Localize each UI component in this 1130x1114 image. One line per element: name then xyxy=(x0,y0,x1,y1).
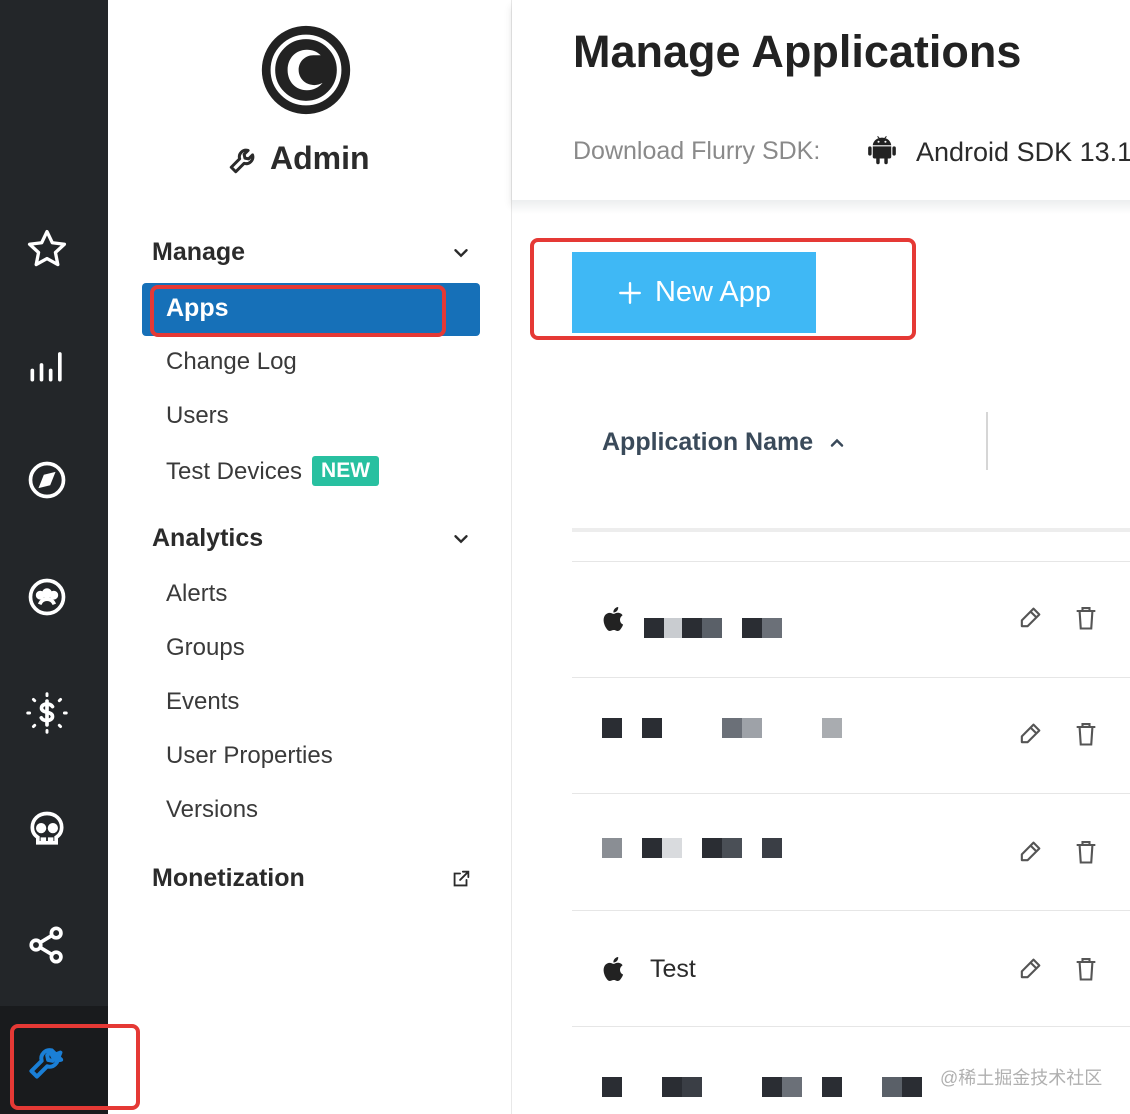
column-separator xyxy=(986,412,988,470)
page-title: Manage Applications xyxy=(573,26,1022,77)
section-analytics[interactable]: Analytics xyxy=(152,524,472,553)
app-name[interactable]: Test xyxy=(650,955,696,984)
section-monetization[interactable]: Monetization xyxy=(152,864,472,893)
apple-icon xyxy=(603,957,624,981)
sidebar-item-events[interactable]: Events xyxy=(166,688,239,716)
edit-icon[interactable] xyxy=(1016,604,1044,632)
wrench-icon xyxy=(229,148,255,173)
section-manage[interactable]: Manage xyxy=(152,238,472,267)
table-row[interactable] xyxy=(572,793,1130,909)
rail-favorites[interactable] xyxy=(22,224,72,274)
sidebar-item-alerts[interactable]: Alerts xyxy=(166,580,227,608)
sidebar-item-users[interactable]: Users xyxy=(166,402,229,430)
trash-icon[interactable] xyxy=(1072,720,1100,748)
sidebar-title-text: Admin xyxy=(270,140,370,176)
share-icon xyxy=(29,926,63,964)
edit-icon[interactable] xyxy=(1016,838,1044,866)
icon-rail xyxy=(0,0,108,1114)
main-content: Manage Applications Download Flurry SDK:… xyxy=(512,0,1130,1114)
sidebar-item-change-log[interactable]: Change Log xyxy=(166,348,297,376)
edit-icon[interactable] xyxy=(1016,955,1044,983)
table-row[interactable] xyxy=(572,677,1130,793)
column-header-application-name[interactable]: Application Name xyxy=(602,428,847,457)
sidebar-item-apps[interactable]: Apps xyxy=(142,283,480,336)
trash-icon[interactable] xyxy=(1072,838,1100,866)
rail-crash[interactable] xyxy=(22,805,72,855)
new-app-button-label: New App xyxy=(654,276,772,308)
plus-icon xyxy=(619,281,641,304)
table-row[interactable] xyxy=(572,561,1130,677)
sidebar-item-test-devices[interactable]: Test Devices NEW xyxy=(166,456,380,486)
sidebar-title: Admin xyxy=(226,140,370,177)
flurry-logo-icon xyxy=(261,25,351,115)
new-badge: NEW xyxy=(312,456,380,486)
wrench-icon xyxy=(29,1048,64,1079)
header-divider xyxy=(512,200,1130,214)
bar-chart-icon xyxy=(30,352,62,382)
watermark: @稀土掘金技术社区 xyxy=(940,1068,1103,1088)
new-app-button[interactable]: New App xyxy=(572,252,816,333)
external-link-icon xyxy=(453,870,470,886)
compass-icon xyxy=(28,461,66,499)
edit-icon[interactable] xyxy=(1016,720,1044,748)
table-row[interactable]: Test xyxy=(572,910,1130,1026)
trash-icon[interactable] xyxy=(1072,955,1100,983)
admin-sidebar: Admin Manage Apps Change Log Users Test … xyxy=(108,0,512,1114)
sidebar-item-test-devices-label: Test Devices xyxy=(166,458,303,485)
sort-ascending-icon xyxy=(830,438,844,447)
chevron-down-icon xyxy=(454,248,468,257)
sidebar-item-user-properties[interactable]: User Properties xyxy=(166,742,333,770)
sidebar-item-groups[interactable]: Groups xyxy=(166,634,245,662)
revenue-icon xyxy=(26,692,68,734)
page-header: Manage Applications Download Flurry SDK:… xyxy=(512,0,1130,200)
sdk-download-label: Download Flurry SDK: xyxy=(573,137,821,165)
section-analytics-label: Analytics xyxy=(152,524,264,552)
sidebar-item-apps-label: Apps xyxy=(166,294,229,322)
rail-share[interactable] xyxy=(22,920,72,970)
section-manage-label: Manage xyxy=(152,238,246,266)
table-header-rule xyxy=(572,528,1130,532)
apple-icon xyxy=(603,607,624,631)
android-icon xyxy=(868,136,896,165)
rail-admin[interactable] xyxy=(22,1036,72,1086)
rail-audience[interactable] xyxy=(22,572,72,622)
chevron-down-icon xyxy=(454,534,468,543)
android-sdk-link[interactable]: Android SDK 13.1 xyxy=(916,137,1130,168)
skull-icon xyxy=(30,811,64,845)
star-icon xyxy=(27,229,67,267)
rail-explore[interactable] xyxy=(22,455,72,505)
users-icon xyxy=(28,578,66,616)
rail-analytics[interactable] xyxy=(22,340,72,390)
rail-revenue[interactable] xyxy=(22,688,72,738)
column-header-label: Application Name xyxy=(602,428,814,456)
section-monetization-label: Monetization xyxy=(152,864,305,892)
trash-icon[interactable] xyxy=(1072,604,1100,632)
sidebar-item-versions[interactable]: Versions xyxy=(166,796,258,824)
